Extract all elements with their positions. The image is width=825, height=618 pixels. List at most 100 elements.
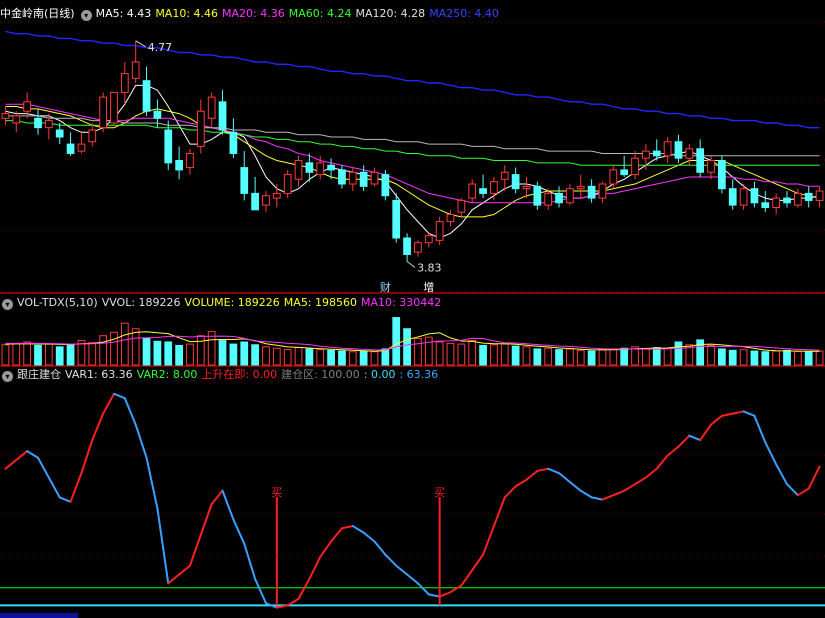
indicator-value-label: : 0.00: [363, 368, 396, 381]
volume-bar: [251, 344, 259, 366]
candle-body: [175, 160, 183, 171]
volume-bar: [403, 328, 411, 366]
var1-segment: [243, 542, 257, 580]
candle-body: [544, 192, 553, 206]
candlestick: [642, 144, 650, 170]
candlestick: [77, 132, 86, 154]
candlestick: [403, 233, 411, 262]
candle-body: [739, 188, 748, 206]
var1-segment: [416, 582, 430, 596]
volume-bar: [262, 346, 270, 366]
var1-segment: [91, 412, 105, 442]
var1-segment: [47, 476, 61, 499]
var1-segment: [232, 518, 246, 545]
event-tag: 增: [423, 280, 434, 294]
candle-body: [12, 115, 21, 124]
volume-bar: [772, 350, 781, 366]
candle-body: [99, 96, 107, 129]
candlestick: [348, 167, 357, 192]
candle-body: [120, 73, 129, 93]
volume-indicator-label: VOLUME: 189226: [184, 296, 280, 309]
candle-body: [511, 174, 520, 190]
candle-body: [815, 190, 824, 201]
candle-body: [66, 143, 75, 154]
volume-bar: [446, 342, 455, 366]
var1-segment: [188, 533, 202, 567]
volume-bar: [88, 342, 97, 366]
volume-indicator-label: VOL-TDX(5,10): [17, 296, 98, 309]
candle-body: [327, 164, 335, 171]
candlestick: [338, 165, 346, 189]
candle-body: [457, 199, 466, 213]
event-tag: 财: [380, 280, 391, 294]
var1-segment: [764, 441, 778, 466]
candlestick: [392, 193, 401, 243]
low-price-label: 3.83: [417, 261, 442, 274]
var1-segment: [710, 414, 723, 426]
volume-bar: [468, 340, 477, 366]
candle-body: [783, 197, 791, 204]
var1-segment: [503, 485, 517, 499]
candlestick: [120, 61, 129, 105]
var1-segment: [644, 467, 658, 479]
var1-segment: [699, 423, 713, 442]
indicator-value-label: : 63.36: [399, 368, 439, 381]
candle-body: [44, 120, 53, 129]
volume-bar: [598, 349, 607, 366]
candlestick: [55, 122, 64, 145]
var1-segment: [775, 463, 789, 486]
volume-bar: [707, 344, 715, 366]
volume-bar: [196, 335, 205, 366]
var1-segment: [753, 414, 767, 444]
var1-segment: [156, 507, 170, 585]
candlestick: [88, 122, 97, 147]
candlestick: [783, 191, 791, 208]
volume-bar: [142, 338, 151, 366]
candlestick: [218, 90, 227, 135]
low-marker-line: [406, 261, 416, 268]
var1-segment: [438, 591, 452, 598]
candlestick: [804, 186, 813, 208]
candle-body: [142, 80, 151, 112]
indicator-value-label: 建仓区: 100.00: [281, 368, 360, 381]
candlestick: [576, 174, 585, 199]
scroll-indicator: [0, 613, 78, 618]
collapse-toggle-icon[interactable]: ▾: [2, 299, 13, 310]
var1-segment: [536, 467, 550, 472]
volume-bar: [479, 344, 487, 366]
candlestick: [696, 139, 705, 177]
volume-bar: [370, 351, 379, 366]
price-indicator-label: MA10: 4.46: [155, 7, 219, 20]
var1-segment: [786, 483, 799, 497]
candlestick: [446, 209, 455, 227]
var1-segment: [471, 553, 485, 572]
price-indicator-label: MA60: 4.24: [288, 7, 352, 20]
indicator-value-label: 上升在即: 0.00: [201, 368, 278, 381]
candlestick: [761, 191, 770, 213]
candle-body: [555, 192, 563, 204]
candlestick: [207, 92, 216, 128]
var1-segment: [4, 458, 18, 470]
candlestick: [566, 184, 574, 206]
candle-body: [576, 185, 585, 190]
candlestick: [750, 181, 759, 208]
volume-bar: [392, 317, 401, 366]
collapse-toggle-icon[interactable]: ▾: [80, 10, 92, 21]
var1-segment: [514, 478, 528, 488]
var1-segment: [330, 527, 343, 543]
candlestick: [1, 106, 10, 126]
candlestick: [186, 148, 194, 175]
candle-body: [685, 148, 694, 159]
collapse-toggle-icon[interactable]: ▾: [2, 371, 13, 382]
candle-body: [88, 129, 97, 143]
candlestick: [587, 179, 596, 203]
candlestick: [251, 176, 259, 211]
candle-body: [359, 171, 368, 187]
indicator-value-label: 跟庄建仓: [17, 368, 61, 381]
volume-bar: [609, 348, 618, 366]
stock-chart[interactable]: 4.77 3.83 财增买买 中金岭南(日线) ▾ MA5: 4.43 MA10: 4.4…: [0, 0, 825, 618]
var1-segment: [145, 456, 159, 510]
volume-bar: [750, 350, 759, 366]
candle-body: [435, 221, 444, 241]
price-panel-title: 中金岭南(日线): [0, 7, 75, 20]
